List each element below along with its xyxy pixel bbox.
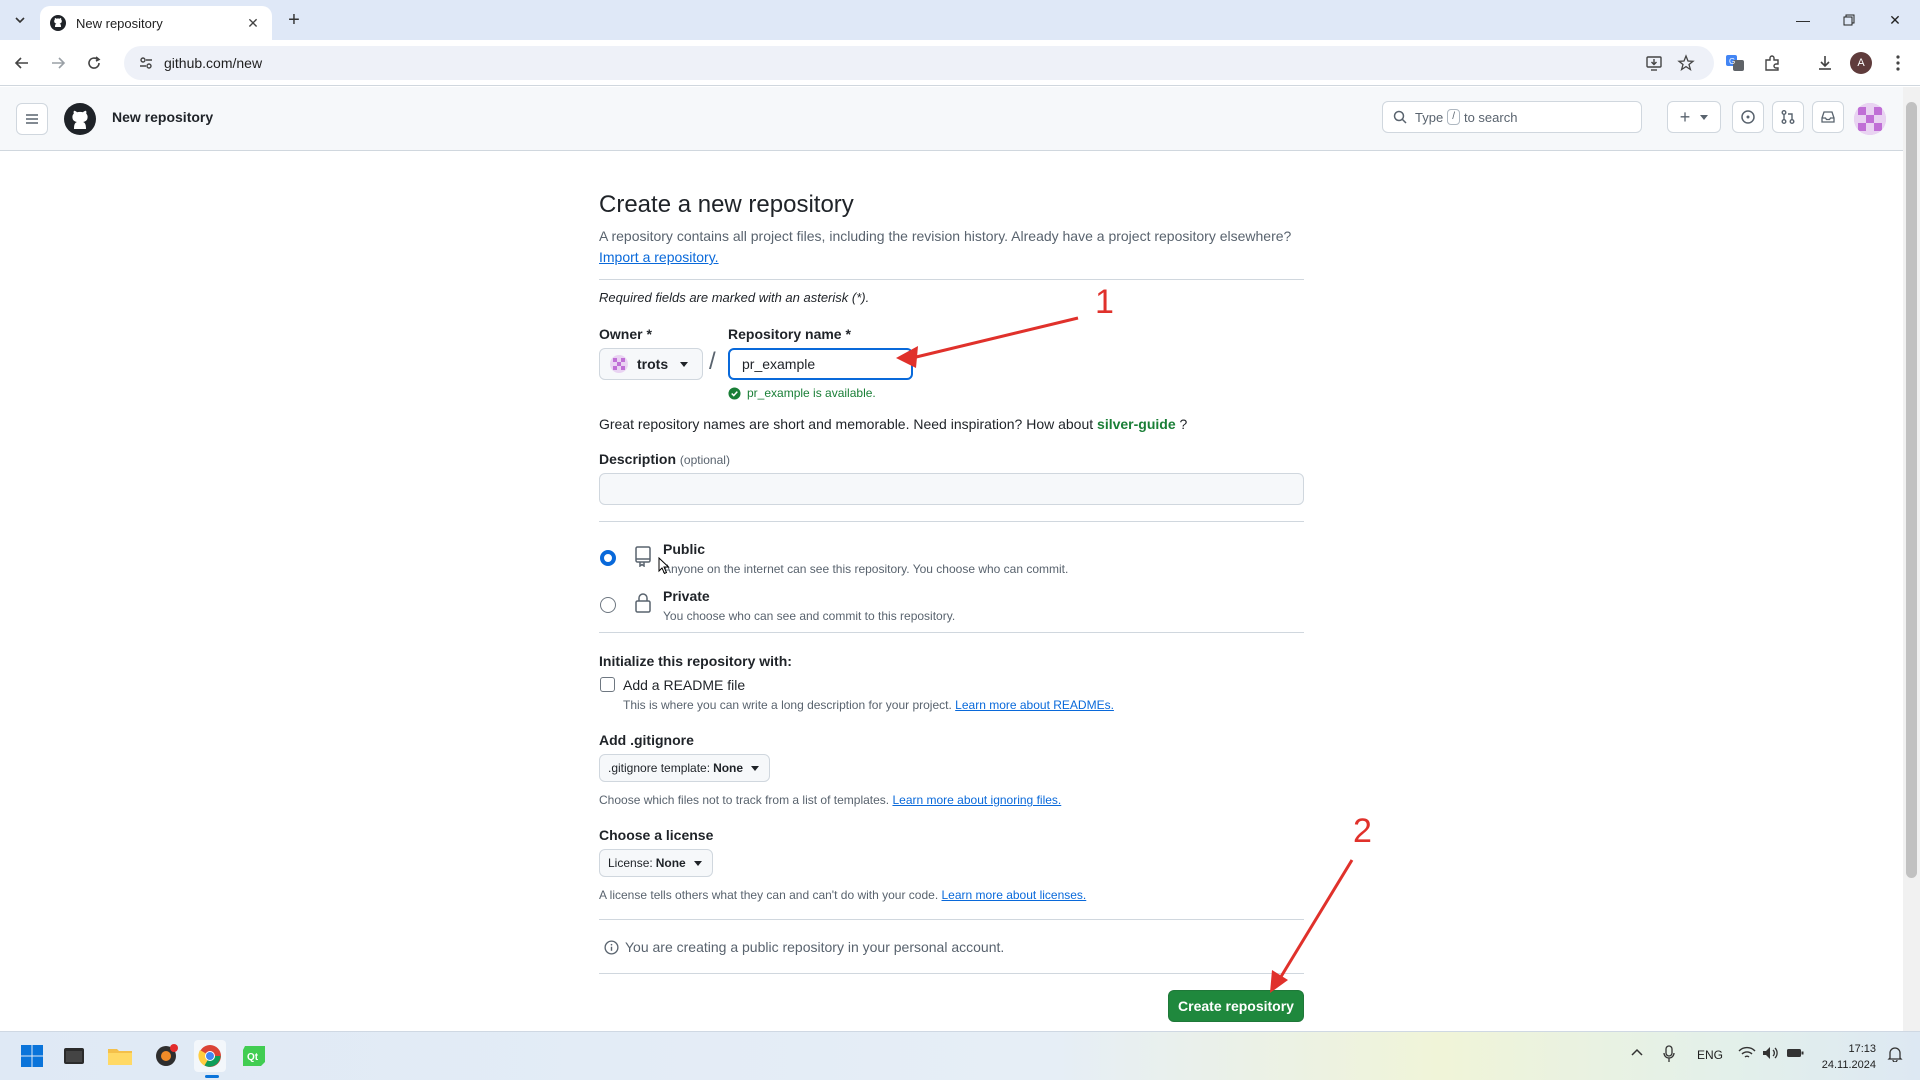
annotation-arrowhead-1 <box>896 346 918 368</box>
svg-text:Qt: Qt <box>247 1052 259 1063</box>
system-clock[interactable]: 17:13 24.11.2024 <box>1816 1041 1876 1073</box>
windows-taskbar: Qt ENG 17:13 24.11.2024 <box>0 1031 1920 1080</box>
volume-icon[interactable] <box>1762 1046 1780 1063</box>
notifications-bell-icon[interactable] <box>1887 1046 1903 1065</box>
tray-overflow-chevron-icon[interactable] <box>1630 1046 1644 1063</box>
microphone-icon[interactable] <box>1662 1045 1676 1066</box>
annotation-arrows <box>896 316 1354 993</box>
clock-time: 17:13 <box>1848 1043 1876 1055</box>
input-language[interactable]: ENG <box>1697 1048 1723 1062</box>
file-explorer-icon[interactable] <box>104 1040 136 1072</box>
qt-creator-icon[interactable]: Qt <box>238 1040 270 1072</box>
chrome-app-icon[interactable] <box>194 1040 226 1072</box>
battery-icon[interactable] <box>1786 1046 1804 1063</box>
wifi-icon[interactable] <box>1738 1046 1756 1063</box>
annotation-label-2: 2 <box>1353 812 1372 850</box>
clock-date: 24.11.2024 <box>1821 1059 1876 1071</box>
annotation-arrowhead-2 <box>1270 970 1288 993</box>
app-with-badge-icon[interactable] <box>150 1040 182 1072</box>
terminal-app-icon[interactable] <box>58 1040 90 1072</box>
windows-start-icon[interactable] <box>16 1040 48 1072</box>
annotation-label-1: 1 <box>1095 283 1114 321</box>
chrome-active-indicator <box>205 1075 219 1078</box>
